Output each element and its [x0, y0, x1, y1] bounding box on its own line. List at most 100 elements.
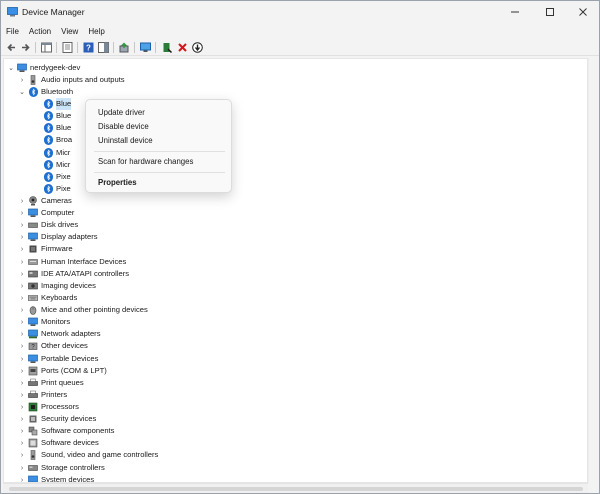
bluetooth-device-item[interactable]: Blue: [41, 122, 71, 134]
tree-category-system[interactable]: › System devices: [18, 474, 94, 483]
menu-file[interactable]: File: [1, 25, 24, 39]
disable-device-icon: [192, 42, 203, 53]
minimize-button[interactable]: [498, 1, 532, 23]
chevron-right-icon[interactable]: ›: [18, 280, 26, 292]
menu-view[interactable]: View: [56, 25, 83, 39]
chevron-right-icon[interactable]: ›: [18, 256, 26, 268]
tree-category-cameras[interactable]: › Cameras: [18, 195, 72, 207]
tree-category-keyboards[interactable]: › Keyboards: [18, 292, 77, 304]
show-hide-console-tree-button[interactable]: [40, 41, 53, 54]
tree-category-imaging[interactable]: › Imaging devices: [18, 280, 96, 292]
tree-category-security[interactable]: › Security devices: [18, 413, 96, 425]
chevron-right-icon[interactable]: ›: [18, 328, 26, 340]
tree-category-bluetooth[interactable]: ⌄ Bluetooth: [18, 86, 73, 98]
bluetooth-device-item[interactable]: Blue: [41, 98, 72, 110]
chevron-right-icon[interactable]: ›: [18, 340, 26, 352]
tree-category-computer[interactable]: › Computer: [18, 207, 74, 219]
menu-action[interactable]: Action: [24, 25, 56, 39]
chevron-right-icon[interactable]: ›: [18, 219, 26, 231]
tree-category-print-queues[interactable]: › Print queues: [18, 377, 84, 389]
chevron-right-icon[interactable]: ›: [18, 449, 26, 461]
chevron-right-icon[interactable]: ›: [18, 425, 26, 437]
tree-category-software-components[interactable]: › Software components: [18, 425, 114, 437]
tree-category-portable[interactable]: › Portable Devices: [18, 353, 98, 365]
chevron-right-icon[interactable]: ›: [18, 401, 26, 413]
bluetooth-device-item[interactable]: Broa: [41, 134, 72, 146]
tree-category-other[interactable]: › ? Other devices: [18, 340, 88, 352]
portable-icon: [28, 354, 38, 364]
scan-hardware-button[interactable]: [139, 41, 152, 54]
action-pane-button[interactable]: [97, 41, 110, 54]
close-button[interactable]: [566, 1, 599, 23]
horizontal-scrollbar[interactable]: [3, 483, 588, 493]
help-toolbar-button[interactable]: ?: [82, 41, 95, 54]
maximize-button[interactable]: [533, 1, 567, 23]
device-manager-icon: [7, 7, 18, 17]
printer-icon: [28, 378, 38, 388]
menu-help[interactable]: Help: [83, 25, 109, 39]
chevron-right-icon[interactable]: ›: [18, 243, 26, 255]
chevron-right-icon[interactable]: ›: [18, 389, 26, 401]
bluetooth-device-item[interactable]: Blue: [41, 110, 71, 122]
tree-category-monitors[interactable]: › Monitors: [18, 316, 70, 328]
tree-root[interactable]: ⌄ nerdygeek-dev: [7, 62, 80, 74]
software-component-icon: [28, 426, 38, 436]
tree-category-ports[interactable]: › Ports (COM & LPT): [18, 365, 107, 377]
ctx-scan-hardware[interactable]: Scan for hardware changes: [98, 157, 193, 167]
tree-category-disk-drives[interactable]: › Disk drives: [18, 219, 78, 231]
ctx-uninstall-device[interactable]: Uninstall device: [98, 136, 153, 146]
chevron-right-icon[interactable]: ›: [18, 413, 26, 425]
chevron-right-icon[interactable]: ›: [18, 231, 26, 243]
toolbar-separator: [134, 42, 135, 53]
chevron-down-icon[interactable]: ⌄: [7, 62, 15, 74]
chevron-right-icon[interactable]: ›: [18, 207, 26, 219]
tree-category-sound[interactable]: › Sound, video and game controllers: [18, 449, 158, 461]
processor-icon: [28, 402, 38, 412]
back-button[interactable]: [5, 41, 18, 54]
vertical-scroll-track[interactable]: [588, 58, 589, 483]
chevron-right-icon[interactable]: ›: [18, 353, 26, 365]
bluetooth-device-item[interactable]: Micr: [41, 147, 70, 159]
ctx-properties[interactable]: Properties: [98, 178, 137, 188]
bluetooth-device-item[interactable]: Pixe: [41, 183, 71, 195]
tree-category-network[interactable]: › Network adapters: [18, 328, 101, 340]
bluetooth-device-item[interactable]: Pixe: [41, 171, 71, 183]
chevron-right-icon[interactable]: ›: [18, 316, 26, 328]
uninstall-device-button[interactable]: [176, 41, 189, 54]
tree-category-display-adapters[interactable]: › Display adapters: [18, 231, 98, 243]
tree-category-printers[interactable]: › Printers: [18, 389, 67, 401]
chevron-right-icon[interactable]: ›: [18, 377, 26, 389]
bluetooth-device-item[interactable]: Micr: [41, 159, 70, 171]
chevron-right-icon[interactable]: ›: [18, 365, 26, 377]
maximize-icon: [546, 8, 554, 16]
tree-category-processors[interactable]: › Processors: [18, 401, 79, 413]
speaker-icon: [28, 75, 38, 85]
chevron-right-icon[interactable]: ›: [18, 474, 26, 483]
storage-icon: [28, 463, 38, 473]
bluetooth-icon: [43, 148, 53, 158]
chevron-right-icon[interactable]: ›: [18, 292, 26, 304]
ctx-update-driver[interactable]: Update driver: [98, 108, 145, 118]
chevron-right-icon[interactable]: ›: [18, 437, 26, 449]
chevron-right-icon[interactable]: ›: [18, 195, 26, 207]
chevron-right-icon[interactable]: ›: [18, 462, 26, 474]
chevron-right-icon[interactable]: ›: [18, 268, 26, 280]
forward-button[interactable]: [19, 41, 32, 54]
disable-device-button[interactable]: [191, 41, 204, 54]
tree-category-audio[interactable]: › Audio inputs and outputs: [18, 74, 125, 86]
enable-device-button[interactable]: [161, 41, 174, 54]
ctx-disable-device[interactable]: Disable device: [98, 122, 149, 132]
root-label: nerdygeek-dev: [30, 63, 81, 72]
tree-category-mice[interactable]: › Mice and other pointing devices: [18, 304, 148, 316]
chevron-right-icon[interactable]: ›: [18, 74, 26, 86]
horizontal-scroll-thumb[interactable]: [9, 487, 583, 491]
tree-category-hid[interactable]: › Human Interface Devices: [18, 256, 126, 268]
chevron-down-icon[interactable]: ⌄: [18, 86, 26, 98]
chevron-right-icon[interactable]: ›: [18, 304, 26, 316]
tree-category-software-devices[interactable]: › Software devices: [18, 437, 99, 449]
tree-category-ide[interactable]: › IDE ATA/ATAPI controllers: [18, 268, 129, 280]
tree-category-firmware[interactable]: › Firmware: [18, 243, 73, 255]
tree-category-storage[interactable]: › Storage controllers: [18, 462, 105, 474]
properties-toolbar-button[interactable]: [61, 41, 74, 54]
update-driver-toolbar-button[interactable]: [118, 41, 131, 54]
